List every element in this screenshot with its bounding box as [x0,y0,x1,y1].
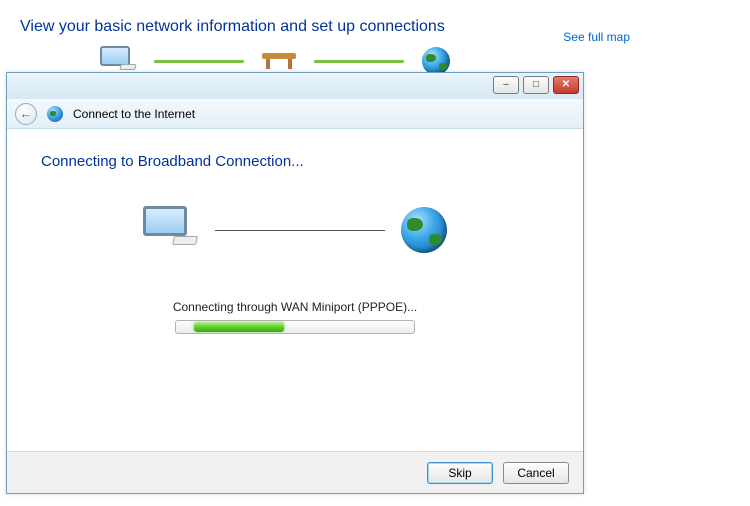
window-titlebar[interactable]: – □ ✕ [7,73,583,99]
progress-bar-fill [194,322,284,332]
nsc-title: View your basic network information and … [20,18,740,36]
close-button[interactable]: ✕ [553,76,579,94]
status-text: Connecting through WAN Miniport (PPPOE).… [41,300,549,314]
link-line-icon [314,60,404,63]
internet-globe-icon [422,47,450,75]
wizard-body: Connecting to Broadband Connection... Co… [7,129,583,449]
connection-line-icon [215,230,385,231]
see-full-map-link[interactable]: See full map [563,30,630,44]
skip-button[interactable]: Skip [427,462,493,484]
maximize-button[interactable]: □ [523,76,549,94]
globe-icon [47,106,63,122]
wizard-heading: Connecting to Broadband Connection... [41,153,549,170]
connection-graphic [41,206,549,254]
cancel-button[interactable]: Cancel [503,462,569,484]
network-sharing-header: View your basic network information and … [20,18,740,76]
internet-globe-icon [401,207,447,253]
minimize-button[interactable]: – [493,76,519,94]
network-device-icon [262,51,296,71]
progress-bar [175,320,415,334]
back-button[interactable]: ← [15,103,37,125]
link-line-icon [154,60,244,63]
wizard-header: ← Connect to the Internet [7,99,583,129]
wizard-footer: Skip Cancel [7,451,583,493]
connect-wizard-window: – □ ✕ ← Connect to the Internet Connecti… [6,72,584,494]
computer-icon [143,206,199,254]
wizard-window-title: Connect to the Internet [73,107,195,121]
